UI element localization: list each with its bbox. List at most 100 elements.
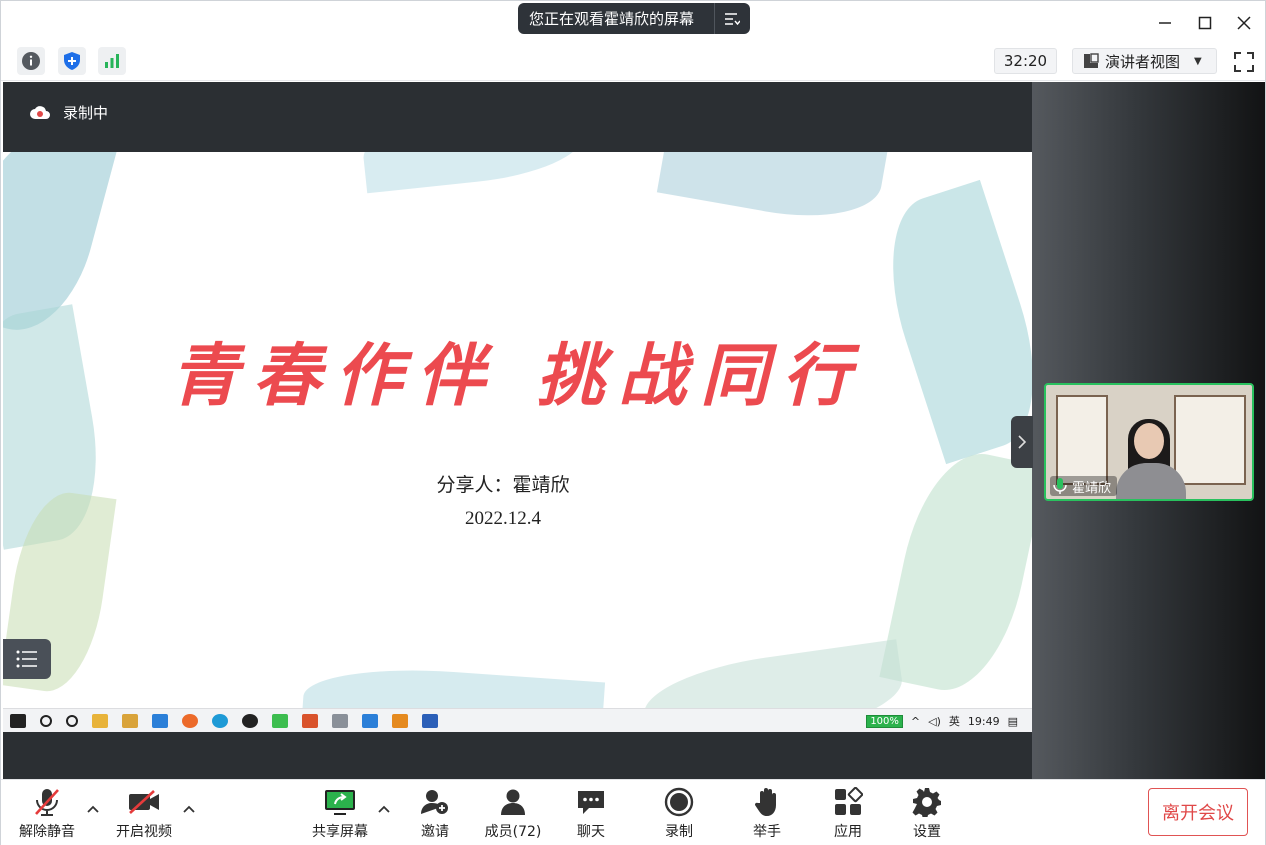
app-icon (332, 713, 348, 728)
mic-active-icon (1053, 478, 1067, 494)
edge-icon (212, 713, 228, 728)
gear-icon (910, 786, 944, 818)
share-screen-icon (323, 786, 357, 818)
recording-indicator: 录制中 (29, 102, 108, 123)
maximize-button[interactable] (1193, 11, 1217, 35)
camera-off-icon (127, 786, 161, 818)
shared-taskbar: 100% ^ ◁) 英 19:49 ▤ (3, 708, 1032, 732)
apps-label: 应用 (834, 824, 862, 840)
recording-label: 录制中 (63, 104, 109, 122)
close-button[interactable] (1232, 11, 1256, 35)
word-icon (422, 713, 438, 728)
watching-banner[interactable]: 您正在观看霍靖欣的屏幕 (518, 3, 750, 34)
search-icon (40, 714, 52, 727)
minimize-button[interactable] (1153, 11, 1177, 35)
collapse-panel-button[interactable] (1011, 416, 1033, 468)
chevron-up-icon: ^ (910, 714, 921, 728)
leaf-decoration (359, 152, 587, 194)
members-icon (496, 786, 530, 818)
security-button[interactable] (58, 47, 86, 75)
raise-hand-label: 举手 (753, 824, 781, 840)
meeting-window: 您正在观看霍靖欣的屏幕 32:20 演讲者视图 ▼ 录制中 青春作伴 挑战同行 … (0, 0, 1266, 845)
photos-icon (152, 713, 168, 728)
settings-button[interactable]: 设置 (907, 786, 947, 842)
cortana-icon (66, 714, 78, 727)
chevron-up-icon[interactable] (182, 802, 196, 816)
raise-hand-button[interactable]: 举手 (747, 786, 787, 842)
chat-icon (574, 786, 608, 818)
app-icon (392, 713, 408, 728)
start-video-label: 开启视频 (116, 824, 172, 840)
chat-label: 聊天 (577, 824, 605, 840)
record-button[interactable]: 录制 (659, 786, 699, 842)
meeting-controls: 解除静音 开启视频 共享屏幕 邀请 成员(72) 聊天 录制 举手 应用 设置 … (1, 779, 1265, 845)
slide-title: 青春作伴 挑战同行 (170, 336, 865, 416)
apps-icon (831, 786, 865, 818)
background-shelf (1056, 395, 1108, 485)
list-toggle-button[interactable] (3, 639, 51, 679)
shield-icon (64, 52, 80, 70)
members-button[interactable]: 成员(72) (481, 786, 545, 842)
system-tray: 100% ^ ◁) 英 19:49 ▤ (858, 709, 1018, 733)
participant-name-tag: 霍靖欣 (1050, 476, 1118, 496)
info-button[interactable] (17, 47, 45, 75)
menu-lines-icon[interactable] (715, 12, 749, 26)
participant-name: 霍靖欣 (1072, 480, 1112, 496)
apps-button[interactable]: 应用 (828, 786, 868, 842)
unmute-button[interactable]: 解除静音 (15, 786, 79, 842)
firefox-icon (182, 713, 198, 728)
file-explorer-icon (92, 713, 108, 728)
meeting-timer: 32:20 (994, 48, 1057, 74)
invite-button[interactable]: 邀请 (415, 786, 455, 842)
ime-indicator: 英 (948, 715, 960, 728)
meeting-toolbar: 32:20 演讲者视图 ▼ (1, 43, 1265, 81)
folder-icon (122, 713, 138, 728)
slide-date: 2022.12.4 (465, 508, 541, 529)
chevron-up-icon[interactable] (377, 802, 391, 816)
share-screen-label: 共享屏幕 (312, 824, 368, 840)
participant-video-tile[interactable]: 霍靖欣 (1044, 383, 1254, 501)
shared-screen-stage: 录制中 青春作伴 挑战同行 分享人：霍靖欣 2022.12.4 100% ^ ◁… (3, 82, 1032, 779)
record-icon (662, 786, 696, 818)
layout-icon (1084, 53, 1099, 68)
members-label: 成员(72) (484, 824, 542, 840)
slide-presenter: 分享人：霍靖欣 (436, 474, 570, 496)
leave-meeting-button[interactable]: 离开会议 (1148, 788, 1248, 836)
view-mode-label: 演讲者视图 (1105, 52, 1181, 71)
start-video-button[interactable]: 开启视频 (109, 786, 179, 842)
chevron-up-icon[interactable] (86, 802, 100, 816)
wechat-icon (272, 713, 288, 728)
app-icon (362, 713, 378, 728)
fullscreen-icon (1234, 52, 1254, 72)
unmute-label: 解除静音 (19, 824, 75, 840)
chevron-right-icon (1018, 435, 1027, 449)
background-shelf (1174, 395, 1246, 485)
settings-label: 设置 (913, 824, 941, 840)
presentation-slide: 青春作伴 挑战同行 分享人：霍靖欣 2022.12.4 (3, 152, 1032, 708)
watching-text: 您正在观看霍靖欣的屏幕 (529, 10, 695, 28)
leaf-decoration (638, 639, 908, 708)
battery-level: 100% (866, 714, 903, 728)
invite-label: 邀请 (421, 824, 449, 840)
chevron-down-icon: ▼ (1194, 55, 1202, 67)
fullscreen-button[interactable] (1233, 51, 1255, 73)
cloud-record-icon (30, 105, 50, 119)
signal-icon (105, 54, 119, 68)
leaf-decoration (300, 661, 606, 708)
volume-icon: ◁) (928, 714, 941, 728)
info-icon (22, 52, 40, 70)
mic-muted-icon (30, 786, 64, 818)
taskbar-clock: 19:49 (967, 714, 1000, 728)
list-icon (16, 650, 37, 668)
share-screen-button[interactable]: 共享屏幕 (307, 786, 373, 842)
invite-icon (418, 786, 452, 818)
view-mode-dropdown[interactable]: 演讲者视图 ▼ (1072, 48, 1217, 74)
network-status-button[interactable] (98, 47, 126, 75)
windows-start-icon (10, 713, 26, 728)
notification-icon: ▤ (1007, 714, 1018, 728)
record-label: 录制 (665, 824, 693, 840)
hand-icon (750, 786, 784, 818)
qq-icon (242, 713, 258, 728)
participant-face (1134, 423, 1164, 459)
chat-button[interactable]: 聊天 (571, 786, 611, 842)
